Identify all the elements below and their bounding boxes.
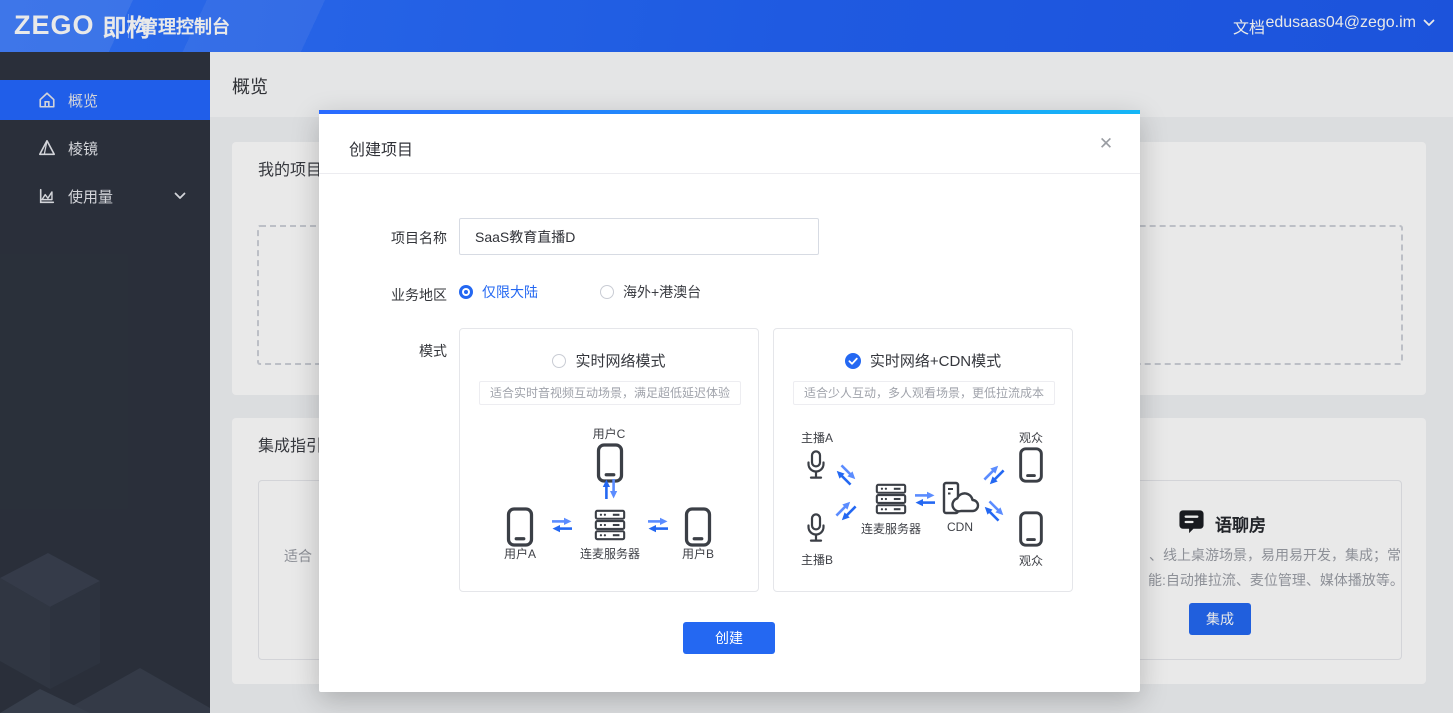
mode-label: 模式: [419, 343, 447, 359]
close-icon[interactable]: ✕: [1094, 132, 1118, 156]
diagram-anchor-b-label: 主播B: [801, 553, 834, 567]
phone-icon: [682, 507, 714, 547]
phone-icon: [1017, 511, 1045, 547]
diagram-viewer-top-label: 观众: [1018, 431, 1043, 445]
region-label: 业务地区: [391, 287, 447, 303]
modal-accent-bar: [319, 110, 1140, 114]
modal-title: 创建项目: [349, 142, 414, 159]
diagram-anchor-a-label: 主播A: [801, 431, 834, 445]
project-name-input[interactable]: [459, 218, 819, 255]
double-arrow-diagonal-icon: [980, 461, 1008, 489]
cdn-cloud-icon: [940, 481, 980, 517]
mode-cdn-head: 实时网络+CDN模式: [774, 350, 1072, 371]
mode-rtc-head: 实时网络模式: [460, 350, 758, 371]
create-project-modal: 创建项目 ✕ 项目名称 业务地区 仅限大陆 海外+港澳台 模式 实时网络模式 适…: [319, 110, 1140, 692]
diagram-user-a-label: 用户A: [503, 547, 536, 561]
double-arrow-icon: [646, 517, 670, 533]
radio-rtc-mode[interactable]: [552, 353, 567, 368]
mode-card-rtc-cdn[interactable]: 实时网络+CDN模式 适合少人互动，多人观看场景，更低拉流成本 主播A 主播B …: [773, 328, 1073, 592]
radio-overseas[interactable]: [600, 285, 614, 299]
mode-cdn-title: 实时网络+CDN模式: [869, 353, 1002, 370]
diagram-server-label: 连麦服务器: [579, 547, 640, 561]
diagram-user-c-label: 用户C: [592, 427, 626, 441]
page: ZEGO 即构 管理控制台 文档 edusaas04@zego.im 概览 棱镜…: [0, 0, 1453, 713]
double-arrow-diagonal-icon: [832, 461, 860, 489]
double-arrow-icon: [913, 491, 937, 507]
mode-cdn-subtitle: 适合少人互动，多人观看场景，更低拉流成本: [793, 381, 1055, 405]
radio-mainland-selected[interactable]: [459, 285, 473, 299]
radio-mainland-label[interactable]: 仅限大陆: [482, 282, 538, 302]
mode-rtc-subtitle: 适合实时音视频互动场景，满足超低延迟体验: [479, 381, 741, 405]
diagram-server-label: 连麦服务器: [860, 522, 921, 536]
double-arrow-vertical-icon: [602, 477, 618, 501]
double-arrow-diagonal-icon: [980, 497, 1008, 525]
create-button[interactable]: 创建: [683, 622, 775, 654]
radio-overseas-label: 海外+港澳台: [623, 284, 702, 300]
radio-overseas-option[interactable]: 海外+港澳台: [600, 282, 701, 302]
diagram-viewer-bottom-label: 观众: [1018, 554, 1043, 568]
double-arrow-icon: [550, 517, 574, 533]
modal-header-divider: [319, 173, 1140, 174]
diagram-user-b-label: 用户B: [681, 547, 714, 561]
diagram-cdn-label: CDN: [947, 520, 973, 534]
mode-rtc-title: 实时网络模式: [575, 353, 666, 370]
server-icon: [874, 481, 908, 517]
phone-icon: [1017, 447, 1045, 483]
region-radio-group: 仅限大陆 海外+港澳台: [459, 282, 701, 302]
project-name-label: 项目名称: [391, 230, 447, 246]
check-circle-icon[interactable]: [845, 353, 861, 369]
microphone-icon: [804, 512, 828, 544]
microphone-icon: [804, 449, 828, 481]
mode-card-rtc[interactable]: 实时网络模式 适合实时音视频互动场景，满足超低延迟体验 用户C 用户A 连麦服务…: [459, 328, 759, 592]
server-icon: [593, 507, 627, 543]
phone-icon: [504, 507, 536, 547]
